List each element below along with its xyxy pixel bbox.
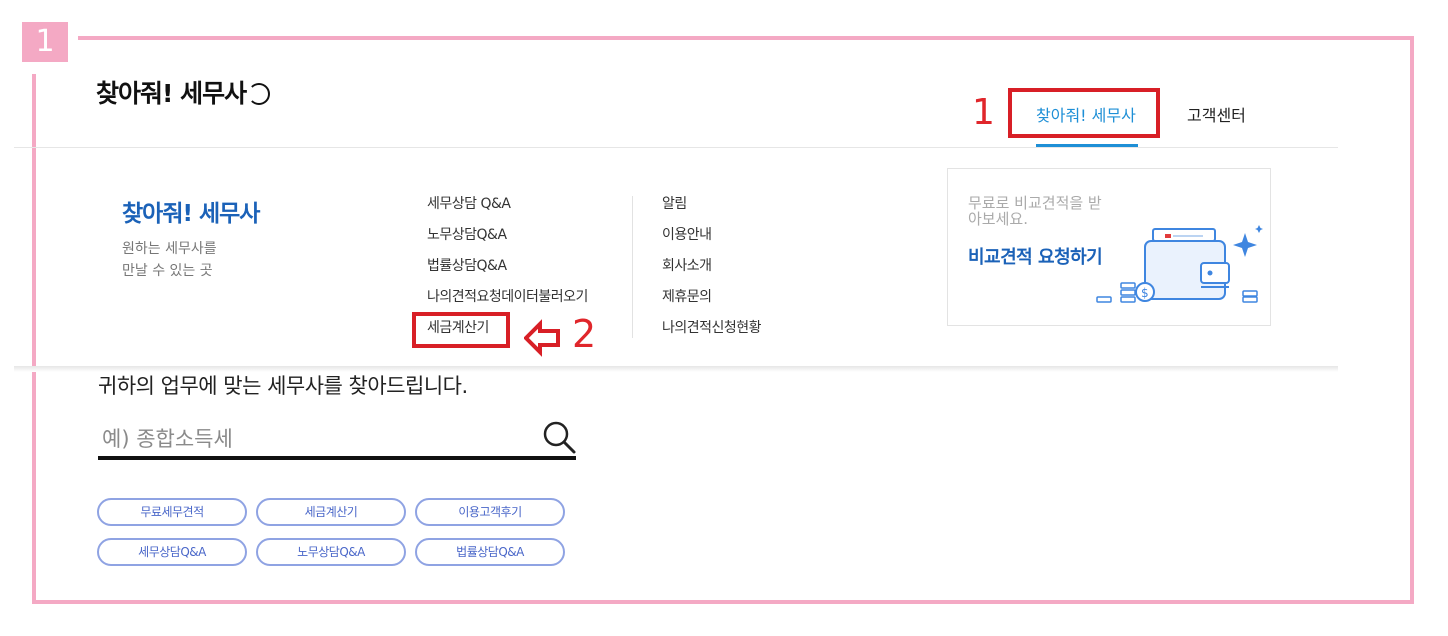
quick-link-legal-qna[interactable]: 법률상담Q&A [415, 538, 565, 566]
quick-link-reviews[interactable]: 이용고객후기 [415, 498, 565, 526]
annotation-arrow-left-icon [524, 319, 560, 357]
wallet-illustration-icon: $ [1096, 225, 1263, 303]
search-heading: 귀하의 업무에 맞는 세무사를 찾아드립니다. [98, 374, 468, 398]
menu-item-usage-guide[interactable]: 이용안내 [662, 225, 761, 256]
mega-menu-column-2: 알림 이용안내 회사소개 제휴문의 나의견적신청현황 [662, 194, 762, 349]
menu-item-my-quote-status[interactable]: 나의견적신청현황 [662, 318, 762, 349]
quick-link-labor-qna[interactable]: 노무상담Q&A [256, 538, 406, 566]
quick-link-tax-qna[interactable]: 세무상담Q&A [97, 538, 247, 566]
header-divider [14, 147, 1338, 148]
menu-item-labor-qna[interactable]: 노무상담Q&A [427, 225, 588, 256]
search-input[interactable] [98, 422, 576, 460]
annotation-frame-right [1410, 36, 1414, 604]
annotation-frame-left [32, 74, 36, 604]
quick-link-free-quote[interactable]: 무료세무견적 [97, 498, 247, 526]
svg-text:$: $ [1141, 286, 1149, 300]
mega-menu-desc-line2: 만날 수 있는 곳 [122, 263, 213, 279]
step-badge: 1 [22, 22, 68, 62]
site-logo[interactable]: 찾아줘! 세무사 [96, 74, 271, 110]
nav-item-customer-center[interactable]: 고객센터 [1187, 102, 1246, 126]
banner-cta-link[interactable]: 비교견적 요청하기 [968, 243, 1103, 269]
menu-item-tax-qna[interactable]: 세무상담 Q&A [427, 194, 588, 225]
search-icon[interactable] [540, 418, 578, 456]
menu-item-company-intro[interactable]: 회사소개 [662, 256, 761, 287]
quick-link-tax-calculator[interactable]: 세금계산기 [256, 498, 406, 526]
annotation-frame-top [78, 36, 1414, 40]
menu-item-legal-qna[interactable]: 법률상담Q&A [427, 256, 588, 287]
quote-banner[interactable]: 무료로 비교견적을 받아보세요. 비교견적 요청하기 $ [947, 168, 1271, 326]
mega-menu-title: 찾아줘! 세무사 [122, 201, 260, 227]
annotation-highlight-tax-calculator [412, 312, 510, 348]
menu-item-notifications[interactable]: 알림 [662, 194, 761, 225]
mega-menu-desc-line1: 원하는 세무사를 [122, 241, 217, 257]
annotation-number-nav: 1 [972, 92, 995, 133]
mega-menu-description: 원하는 세무사를 만날 수 있는 곳 [122, 238, 302, 282]
menu-item-partnership[interactable]: 제휴문의 [662, 287, 761, 318]
annotation-frame-bottom [32, 600, 1414, 604]
banner-subtitle: 무료로 비교견적을 받아보세요. [968, 194, 1102, 228]
logo-text: 찾아줘! 세무사 [96, 79, 247, 108]
nav-item-find-accountant[interactable]: 찾아줘! 세무사 [1036, 102, 1136, 126]
mega-menu-divider [632, 196, 633, 338]
annotation-number-menu: 2 [572, 312, 597, 356]
logo-search-icon [248, 83, 271, 105]
